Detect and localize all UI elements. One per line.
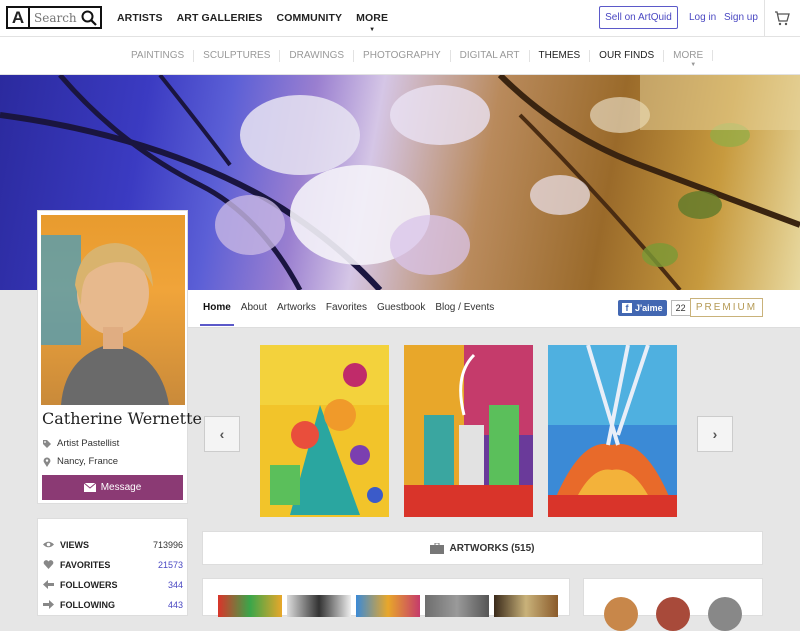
nav-community[interactable]: COMMUNITY	[277, 12, 343, 24]
category-photography[interactable]: PHOTOGRAPHY	[354, 50, 451, 62]
search-input[interactable]	[34, 10, 84, 25]
top-navigation-bar: A ARTISTS ART GALLERIES COMMUNITY MORE▼ …	[0, 0, 800, 37]
tab-guestbook[interactable]: Guestbook	[377, 302, 425, 313]
chevron-down-icon: ▼	[369, 27, 376, 33]
message-button[interactable]: Message	[42, 475, 183, 500]
stat-value: 344	[167, 579, 183, 590]
artworks-count-bar[interactable]: ARTWORKS (515)	[202, 531, 763, 565]
cart-icon[interactable]	[774, 10, 790, 26]
artwork-thumbnail[interactable]	[287, 595, 351, 617]
artwork-thumbnail[interactable]	[548, 345, 677, 517]
stat-label: VIEWS	[60, 539, 90, 550]
tag-icon	[43, 439, 51, 448]
arrow-right-icon	[43, 600, 54, 609]
avatar[interactable]	[656, 597, 690, 631]
carousel-prev-button[interactable]: ‹	[204, 416, 240, 452]
stat-row-favorites[interactable]: FAVORITES 21573	[43, 559, 183, 570]
facebook-like-widget: f J'aime 22	[618, 300, 691, 316]
stat-row-following[interactable]: FOLLOWING 443	[43, 599, 183, 610]
profile-tabs-bar: Home About Artworks Favorites Guestbook …	[188, 290, 800, 328]
eye-icon	[43, 541, 54, 548]
facebook-icon: f	[622, 303, 632, 313]
stat-row-followers[interactable]: FOLLOWERS 344	[43, 579, 183, 590]
category-sculptures[interactable]: SCULPTURES	[194, 50, 281, 62]
artist-location-row: Nancy, France	[42, 456, 118, 467]
category-drawings[interactable]: DRAWINGS	[280, 50, 355, 62]
envelope-icon	[83, 483, 96, 492]
category-nav-bar: PAINTINGS SCULPTURES DRAWINGS PHOTOGRAPH…	[0, 37, 800, 75]
stat-label: FOLLOWING	[60, 599, 115, 610]
artist-stats-panel: VIEWS 713996 FAVORITES 21573 FOLLOWERS 3…	[37, 518, 188, 616]
tab-favorites[interactable]: Favorites	[326, 302, 367, 313]
recent-artworks-panel	[202, 578, 570, 617]
tab-blog-events[interactable]: Blog / Events	[435, 302, 494, 313]
chevron-left-icon: ‹	[219, 426, 225, 442]
message-button-label: Message	[100, 482, 142, 493]
artist-name: Catherine Wernette	[42, 409, 202, 428]
profile-tabs: Home About Artworks Favorites Guestbook …	[200, 302, 494, 326]
category-paintings[interactable]: PAINTINGS	[131, 50, 195, 62]
category-our-finds[interactable]: OUR FINDS	[590, 50, 665, 62]
artquid-logo[interactable]: A	[8, 8, 30, 27]
artwork-thumbnail[interactable]	[494, 595, 558, 617]
stat-label: FOLLOWERS	[60, 579, 118, 590]
tab-home[interactable]: Home	[200, 302, 234, 326]
category-digital-art[interactable]: DIGITAL ART	[451, 50, 530, 62]
nav-more-label: MORE	[356, 12, 389, 24]
artwork-thumbnail[interactable]	[425, 595, 489, 617]
stat-value: 21573	[157, 559, 183, 570]
category-more[interactable]: MORE ▼	[664, 50, 722, 68]
chevron-down-icon: ▼	[690, 62, 697, 68]
search-icon[interactable]	[81, 10, 97, 26]
chevron-right-icon: ›	[712, 426, 718, 442]
artist-role: Artist Pastellist	[57, 438, 120, 449]
artist-role-row: Artist Pastellist	[42, 438, 119, 449]
artwork-thumbnail[interactable]	[260, 345, 389, 517]
logo-search-box: A	[6, 6, 102, 29]
stat-value: 713996	[152, 539, 183, 550]
signup-link[interactable]: Sign up	[724, 12, 758, 23]
carousel-next-button[interactable]: ›	[697, 416, 733, 452]
facebook-like-count: 22	[670, 300, 691, 316]
artworks-count-label: ARTWORKS (515)	[449, 542, 535, 554]
artwork-thumbnail[interactable]	[218, 595, 282, 617]
briefcase-icon	[430, 542, 445, 554]
tab-about[interactable]: About	[241, 302, 267, 313]
facebook-like-label: J'aime	[635, 303, 663, 313]
artwork-image	[404, 345, 533, 517]
sell-on-artquid-button[interactable]: Sell on ArtQuid	[599, 6, 678, 29]
nav-more[interactable]: MORE ▼	[356, 12, 389, 33]
stat-value: 443	[167, 599, 183, 610]
artist-profile-card: Catherine Wernette Artist Pastellist Nan…	[37, 210, 202, 504]
heart-icon	[43, 560, 54, 569]
tab-artworks[interactable]: Artworks	[277, 302, 316, 313]
arrow-left-icon	[43, 580, 54, 589]
stat-row-views: VIEWS 713996	[43, 539, 183, 550]
artist-location: Nancy, France	[57, 456, 119, 467]
avatar[interactable]	[708, 597, 742, 631]
avatar[interactable]	[604, 597, 638, 631]
stat-label: FAVORITES	[60, 559, 111, 570]
artwork-image	[260, 345, 389, 517]
category-nav: PAINTINGS SCULPTURES DRAWINGS PHOTOGRAPH…	[131, 50, 722, 68]
nav-art-galleries[interactable]: ART GALLERIES	[177, 12, 263, 24]
location-pin-icon	[43, 456, 51, 467]
artist-portrait	[41, 235, 169, 405]
artist-avatar	[41, 215, 185, 405]
followers-panel	[583, 578, 763, 631]
main-nav: ARTISTS ART GALLERIES COMMUNITY MORE ▼	[117, 12, 389, 33]
artwork-image	[548, 345, 677, 517]
divider	[764, 0, 765, 37]
nav-artists[interactable]: ARTISTS	[117, 12, 163, 24]
artwork-thumbnail[interactable]	[356, 595, 420, 617]
premium-badge: PREMIUM	[690, 298, 763, 317]
category-themes[interactable]: THEMES	[530, 50, 591, 62]
login-link[interactable]: Log in	[689, 12, 716, 23]
facebook-like-button[interactable]: f J'aime	[618, 300, 667, 316]
artwork-thumbnail[interactable]	[404, 345, 533, 517]
